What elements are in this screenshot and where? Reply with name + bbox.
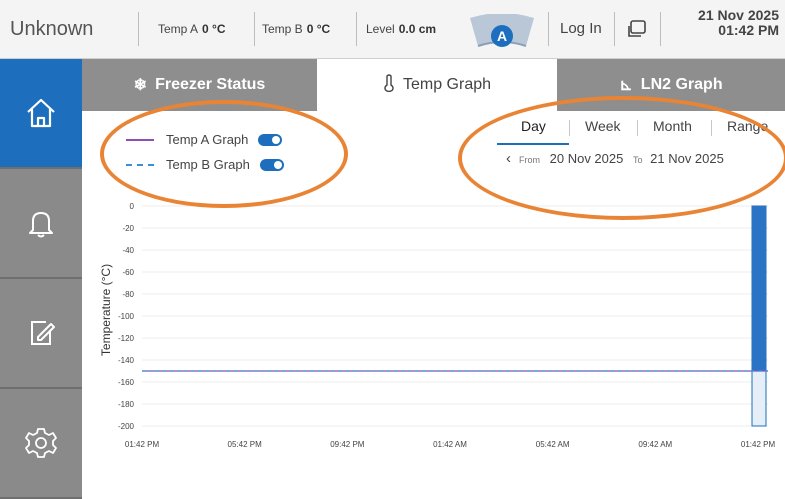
nav-settings[interactable] bbox=[0, 389, 82, 499]
divider bbox=[356, 12, 357, 46]
divider bbox=[548, 12, 549, 46]
divider bbox=[254, 12, 255, 46]
y-tick-label: -20 bbox=[122, 224, 134, 233]
range-month[interactable]: Month bbox=[653, 118, 692, 134]
range-selected-indicator bbox=[497, 143, 569, 145]
temp-b-toggle[interactable] bbox=[259, 158, 284, 171]
legend-temp-b-label: Temp B Graph bbox=[166, 157, 250, 172]
temp-a-value: 0 °C bbox=[202, 22, 226, 36]
tab-freezer-status[interactable]: ❄ Freezer Status bbox=[82, 59, 317, 111]
legend-temp-a: Temp A Graph bbox=[126, 132, 283, 147]
temp-b-label: Temp B bbox=[262, 22, 303, 36]
range-range[interactable]: Range bbox=[727, 118, 768, 134]
tab-ln2-graph[interactable]: ⊾ LN2 Graph bbox=[557, 59, 785, 111]
y-ticks: 0 -20 -40 -60 -80 -100 -120 -140 -160 -180 -200 bbox=[118, 202, 135, 431]
y-tick-label: -100 bbox=[118, 312, 135, 321]
current-date: 21 Nov 2025 bbox=[698, 7, 779, 23]
graph-tabs: ❄ Freezer Status Temp Graph ⊾ LN2 Graph bbox=[82, 59, 785, 111]
tab-label: Freezer Status bbox=[155, 76, 266, 93]
tab-temp-graph[interactable]: Temp Graph bbox=[317, 59, 557, 111]
tab-label: Temp Graph bbox=[402, 76, 492, 93]
snowflake-icon: ❄ bbox=[133, 77, 148, 94]
y-tick-label: -60 bbox=[122, 268, 134, 277]
nav-home[interactable] bbox=[0, 59, 82, 169]
temp-a-readout: Temp A0 °C bbox=[158, 22, 226, 36]
edit-icon bbox=[31, 321, 55, 345]
divider bbox=[569, 120, 570, 136]
side-nav bbox=[0, 59, 82, 499]
range-day[interactable]: Day bbox=[521, 118, 546, 134]
y-tick-label: -180 bbox=[118, 400, 135, 409]
alarm-badge-label: A bbox=[497, 28, 507, 44]
temp-a-toggle[interactable] bbox=[258, 133, 283, 146]
nav-notes[interactable] bbox=[0, 279, 82, 389]
datetime: 21 Nov 2025 01:42 PM bbox=[698, 8, 779, 38]
y-tick-label: -200 bbox=[118, 422, 135, 431]
date-range-bar: ‹ From 20 Nov 2025 To 21 Nov 2025 bbox=[506, 150, 724, 167]
y-tick-label: 0 bbox=[130, 202, 135, 211]
level-bar bbox=[751, 205, 767, 427]
chevron-left-icon[interactable]: ‹ bbox=[506, 150, 511, 167]
to-date[interactable]: 21 Nov 2025 bbox=[650, 151, 724, 166]
divider bbox=[711, 120, 712, 136]
home-icon bbox=[27, 98, 55, 128]
level-readout: Level 0.0 cm bbox=[366, 22, 436, 36]
divider bbox=[614, 12, 615, 46]
x-tick-label: 09:42 AM bbox=[638, 440, 672, 449]
y-axis-label: Temperature (°C) bbox=[99, 264, 113, 356]
x-tick-label: 05:42 AM bbox=[536, 440, 570, 449]
level-bar-fill bbox=[752, 206, 766, 371]
legend-temp-b: Temp B Graph bbox=[126, 157, 284, 172]
divider bbox=[637, 120, 638, 136]
to-label: To bbox=[632, 155, 643, 165]
grid bbox=[142, 205, 768, 427]
legend-temp-a-label: Temp A Graph bbox=[166, 132, 249, 147]
current-time: 01:42 PM bbox=[718, 22, 779, 38]
user-card-icon[interactable] bbox=[626, 18, 648, 40]
y-tick-label: -80 bbox=[122, 290, 134, 299]
temp-b-readout: Temp B0 °C bbox=[262, 22, 330, 36]
temp-a-label: Temp A bbox=[158, 22, 199, 36]
y-tick-label: -140 bbox=[118, 356, 135, 365]
unit-name: Unknown bbox=[10, 18, 94, 40]
temp-b-swatch bbox=[126, 163, 154, 166]
level-label: Level bbox=[366, 22, 395, 36]
nav-alarms[interactable] bbox=[0, 169, 82, 279]
status-bar: Unknown Temp A0 °C Temp B0 °C Level 0.0 c… bbox=[0, 0, 785, 59]
x-tick-label: 05:42 PM bbox=[228, 440, 263, 449]
x-tick-label: 09:42 PM bbox=[330, 440, 365, 449]
gear-icon bbox=[25, 428, 57, 458]
x-tick-label: 01:42 PM bbox=[125, 440, 160, 449]
temp-a-swatch bbox=[126, 138, 154, 141]
y-tick-label: -160 bbox=[118, 378, 135, 387]
divider bbox=[660, 12, 661, 46]
from-date[interactable]: 20 Nov 2025 bbox=[550, 151, 624, 166]
temperature-chart: Temperature (°C) 0 -20 -40 -60 -80 -100 -120 -1… bbox=[99, 202, 776, 449]
alarm-dome-icon[interactable]: A bbox=[466, 14, 538, 50]
level-value: 0.0 cm bbox=[398, 22, 437, 36]
x-ticks: 01:42 PM 05:42 PM 09:42 PM 01:42 AM 05:42 AM… bbox=[125, 440, 776, 449]
range-week[interactable]: Week bbox=[585, 118, 621, 134]
temp-b-value: 0 °C bbox=[306, 22, 331, 36]
x-tick-label: 01:42 AM bbox=[433, 440, 467, 449]
thermometer-icon bbox=[383, 73, 395, 97]
bell-icon bbox=[29, 212, 53, 238]
y-tick-label: -120 bbox=[118, 334, 135, 343]
divider bbox=[138, 12, 139, 46]
x-tick-label: 01:42 PM bbox=[741, 440, 776, 449]
login-button[interactable]: Log In bbox=[560, 20, 602, 37]
tab-label: LN2 Graph bbox=[640, 76, 723, 93]
from-label: From bbox=[519, 155, 540, 165]
y-tick-label: -40 bbox=[122, 246, 134, 255]
ln2-icon: ⊾ bbox=[619, 77, 633, 94]
